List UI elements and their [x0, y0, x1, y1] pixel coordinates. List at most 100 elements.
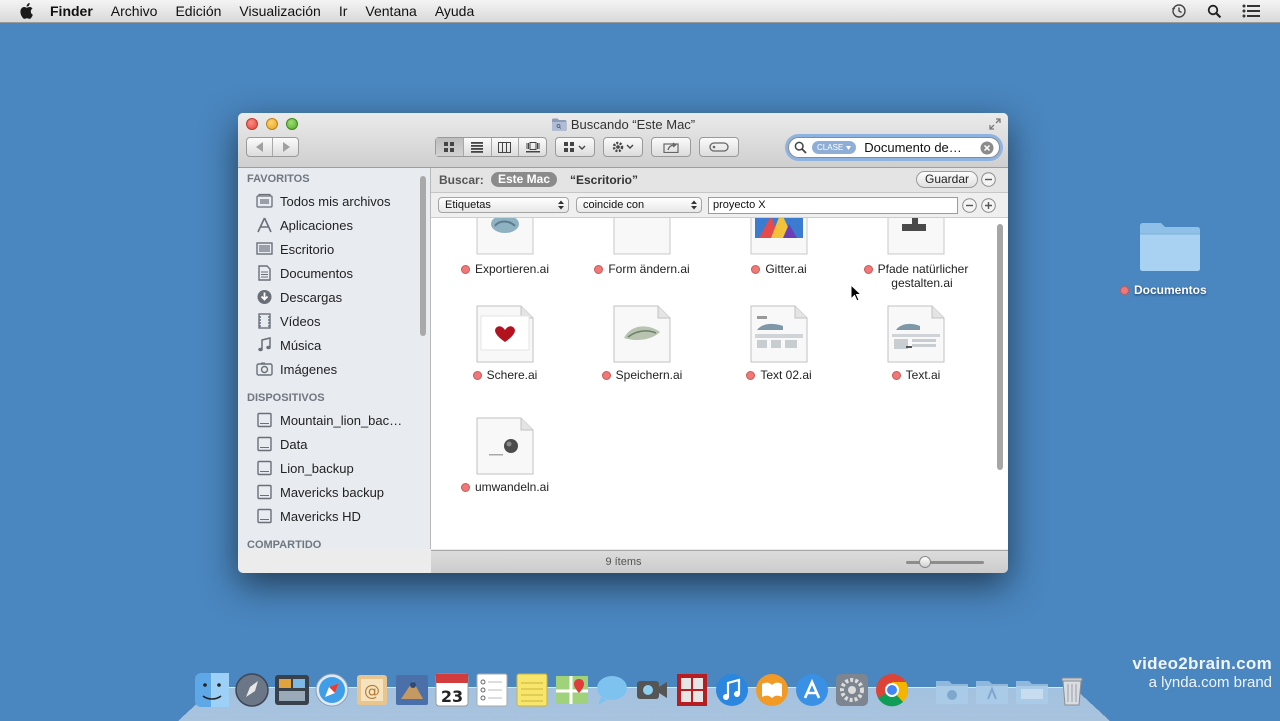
sidebar-item-label: Descargas: [280, 289, 343, 305]
downloads-folder-icon[interactable]: [1013, 671, 1051, 709]
sidebar-item-label: Aplicaciones: [280, 217, 353, 233]
add-criteria-icon[interactable]: [981, 198, 996, 213]
menu-archivo[interactable]: Archivo: [111, 3, 158, 19]
tag-dot: [460, 483, 470, 492]
sidebar-item-descargas[interactable]: Descargas: [256, 286, 342, 308]
sidebar-item-label: Data: [280, 436, 308, 452]
app-store-icon[interactable]: [793, 671, 831, 709]
spotlight-icon[interactable]: [1207, 4, 1222, 19]
fullscreen-icon[interactable]: [988, 117, 1002, 131]
launchpad-icon[interactable]: [233, 671, 271, 709]
chrome-icon[interactable]: [873, 671, 911, 709]
ai-document-icon: [476, 417, 534, 475]
sidebar-item-mavericks-hd[interactable]: Mavericks HD: [256, 505, 361, 527]
remove-criteria-icon[interactable]: [962, 198, 977, 213]
scope-este-mac[interactable]: Este Mac: [491, 172, 558, 187]
criteria-operator-popup[interactable]: coincide con: [576, 197, 702, 213]
forward-button[interactable]: [272, 138, 298, 156]
notes-icon[interactable]: [513, 671, 551, 709]
sidebar-item-data[interactable]: Data: [256, 433, 307, 455]
all-files-icon: [256, 193, 273, 208]
applications-folder-icon[interactable]: [933, 671, 971, 709]
sidebar-item-label: Vídeos: [280, 313, 321, 329]
mission-control-icon[interactable]: [273, 671, 311, 709]
remove-scope-icon[interactable]: [981, 172, 996, 187]
criteria-attribute-popup[interactable]: Etiquetas: [438, 197, 569, 213]
sidebar-item-mountain-lion-backup[interactable]: Mountain_lion_bac…: [256, 409, 402, 431]
apple-menu-icon[interactable]: [20, 3, 34, 19]
search-field[interactable]: CLASE: [788, 137, 1000, 158]
file-grid: Exportieren.ai Form ändern.ai Gitter.ai …: [431, 218, 1008, 529]
action-button[interactable]: [603, 137, 643, 157]
menu-ir[interactable]: Ir: [339, 3, 348, 19]
downloads-icon: [257, 290, 272, 304]
scope-escritorio[interactable]: “Escritorio”: [570, 173, 638, 187]
sidebar-item-label: Todos mis archivos: [280, 193, 391, 209]
documents-folder-icon[interactable]: [973, 671, 1011, 709]
search-input[interactable]: [864, 140, 977, 155]
notification-center-icon[interactable]: [1242, 4, 1260, 18]
back-button[interactable]: [247, 138, 272, 156]
documents-icon: [258, 265, 271, 281]
back-forward-group: [246, 137, 299, 157]
sidebar-item-musica[interactable]: Música: [256, 334, 321, 356]
sidebar-item-todos-mis-archivos[interactable]: Todos mis archivos: [256, 190, 391, 212]
tag-dot: [1120, 285, 1129, 295]
arrange-button[interactable]: [555, 137, 595, 157]
column-view-button[interactable]: [490, 138, 519, 156]
calendar-icon[interactable]: 23: [433, 671, 471, 709]
sidebar-item-aplicaciones[interactable]: Aplicaciones: [256, 214, 353, 236]
maps-icon[interactable]: [553, 671, 591, 709]
messages-icon[interactable]: [593, 671, 631, 709]
tag-dot: [601, 371, 611, 380]
sidebar-item-documentos[interactable]: Documentos: [256, 262, 353, 284]
trash-icon[interactable]: [1053, 671, 1091, 709]
safari-icon[interactable]: [313, 671, 351, 709]
icon-view-button[interactable]: [436, 138, 463, 156]
itunes-icon[interactable]: [713, 671, 751, 709]
title-bar[interactable]: Buscando “Este Mac” CLASE Documento de…: [238, 113, 1008, 168]
finder-window: Buscando “Este Mac” CLASE Documento de… …: [238, 113, 1008, 573]
mouse-cursor-icon: [850, 284, 862, 302]
content-scrollbar[interactable]: [997, 224, 1003, 470]
music-icon: [258, 337, 271, 352]
sidebar-item-mavericks-backup[interactable]: Mavericks backup: [256, 481, 384, 503]
tag-dot: [594, 265, 604, 274]
menu-finder[interactable]: Finder: [50, 3, 93, 19]
finder-icon[interactable]: [193, 671, 231, 709]
sidebar-item-label: Mavericks HD: [280, 508, 361, 524]
sidebar-item-escritorio[interactable]: Escritorio: [256, 238, 334, 260]
search-token-kind[interactable]: CLASE: [812, 141, 857, 154]
facetime-icon[interactable]: [633, 671, 671, 709]
system-preferences-icon[interactable]: [833, 671, 871, 709]
photo-booth-icon[interactable]: [673, 671, 711, 709]
ibooks-icon[interactable]: [753, 671, 791, 709]
icon-size-slider-knob[interactable]: [919, 556, 931, 568]
contacts-icon[interactable]: [393, 671, 431, 709]
mail-icon[interactable]: @: [353, 671, 391, 709]
list-view-button[interactable]: [462, 138, 491, 156]
desktop-folder-documentos[interactable]: [1132, 218, 1208, 275]
sidebar-item-label: Mountain_lion_bac…: [280, 412, 403, 428]
save-search-button[interactable]: Guardar: [916, 171, 979, 188]
menu-visualizacion[interactable]: Visualización: [239, 3, 320, 19]
clear-search-icon[interactable]: [980, 141, 994, 155]
reminders-icon[interactable]: [473, 671, 511, 709]
menu-ayuda[interactable]: Ayuda: [435, 3, 474, 19]
sidebar-item-lion-backup[interactable]: Lion_backup: [256, 457, 354, 479]
menu-edicion[interactable]: Edición: [175, 3, 221, 19]
criteria-value-input[interactable]: proyecto X: [708, 197, 958, 214]
desktop-folder-label[interactable]: Documentos: [1120, 283, 1207, 297]
menu-ventana[interactable]: Ventana: [365, 3, 416, 19]
share-button[interactable]: [651, 137, 691, 157]
sidebar-item-videos[interactable]: Vídeos: [256, 310, 320, 332]
tag-button[interactable]: [699, 137, 739, 157]
tag-dot: [472, 371, 482, 380]
sidebar-item-imagenes[interactable]: Imágenes: [256, 358, 337, 380]
icon-size-slider[interactable]: [906, 561, 984, 564]
ai-document-icon: [887, 218, 945, 255]
coverflow-view-button[interactable]: [518, 138, 546, 156]
sidebar-scrollbar[interactable]: [420, 176, 426, 336]
updown-arrows-icon: [691, 200, 697, 210]
time-machine-icon[interactable]: [1171, 3, 1187, 19]
